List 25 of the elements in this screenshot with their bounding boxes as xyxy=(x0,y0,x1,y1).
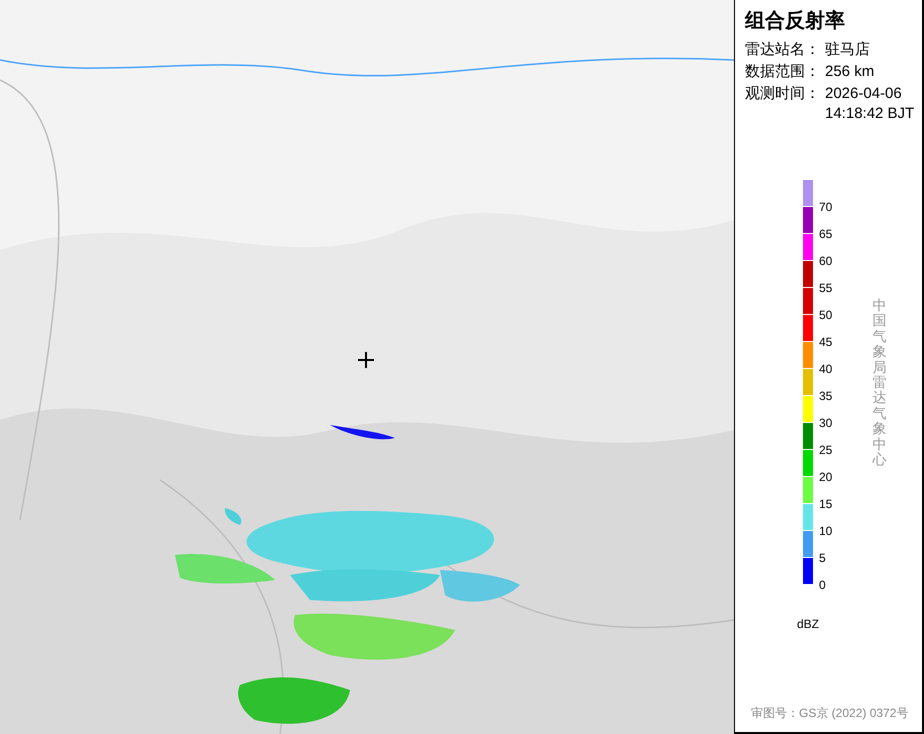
credit-text: 中国气象局雷达气象中心 xyxy=(872,298,886,468)
info-label: 雷达站名： xyxy=(745,40,821,60)
legend-label: 10 xyxy=(819,523,832,540)
legend-label: 55 xyxy=(819,280,832,297)
legend-label: 65 xyxy=(819,226,832,243)
legend-label: 20 xyxy=(819,469,832,486)
panel-title: 组合反射率 xyxy=(745,8,846,34)
info-label: 数据范围： xyxy=(745,62,821,82)
legend-label: 40 xyxy=(819,361,832,378)
info-label: 观测时间： xyxy=(745,84,821,104)
unit-label: dBZ xyxy=(797,616,820,633)
legend-label: 50 xyxy=(819,307,832,324)
legend-label: 25 xyxy=(819,442,832,459)
info-value: 驻马店 xyxy=(825,40,871,60)
legend-label: 35 xyxy=(819,388,832,405)
legend-label: 70 xyxy=(819,199,832,216)
legend-label: 0 xyxy=(819,577,827,594)
info-value: 2026-04-06 14:18:42 BJT xyxy=(825,84,916,124)
legend-label: 45 xyxy=(819,334,832,351)
legend-label: 5 xyxy=(819,550,827,567)
legend-label: 30 xyxy=(819,415,832,432)
legend-label: 60 xyxy=(819,253,832,270)
info-value: 256 km xyxy=(825,62,876,82)
approval-number: 审图号：GS京 (2022) 0372号 xyxy=(751,705,908,722)
legend-label: 15 xyxy=(819,496,832,513)
